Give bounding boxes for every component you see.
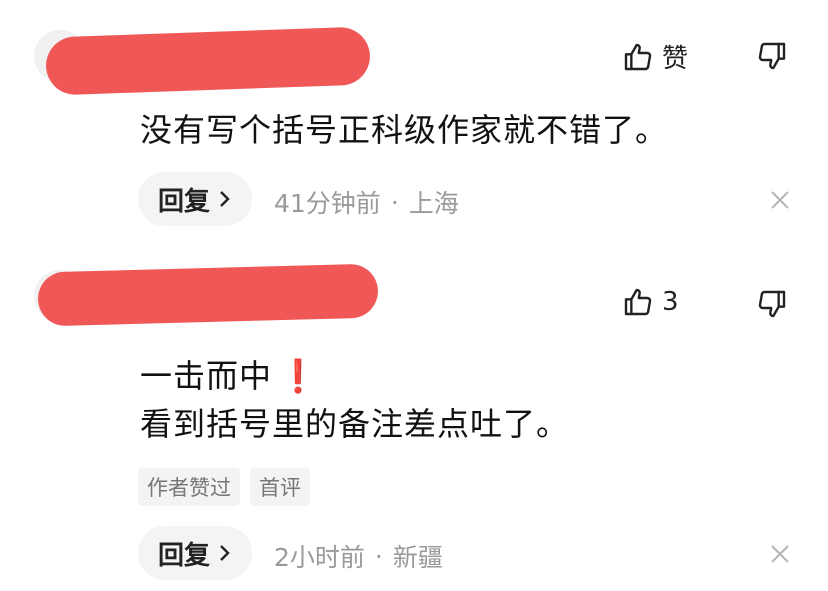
tag-row: 作者赞过 首评 — [138, 468, 310, 506]
location: 新疆 — [392, 543, 443, 572]
close-icon — [771, 191, 789, 209]
thumbs-up-icon — [624, 288, 652, 316]
comment-item: 3 一击而中 ❗ 看到括号里的备注差点吐了。 作者赞过 首评 回复 2小时前 · … — [0, 250, 828, 591]
timestamp: 41分钟前 — [274, 189, 381, 218]
reply-button[interactable]: 回复 — [138, 172, 253, 226]
comment-item: 赞 没有写个括号正科级作家就不错了。 回复 41分钟前 · 上海 — [0, 0, 828, 250]
close-icon — [771, 545, 789, 563]
close-button[interactable] — [768, 188, 792, 212]
meta-separator: · — [374, 541, 383, 571]
exclamation-icon: ❗ — [278, 357, 319, 395]
tag-first-comment: 首评 — [250, 468, 310, 506]
like-button[interactable]: 3 — [622, 286, 679, 318]
location: 上海 — [408, 189, 459, 218]
redacted-username — [45, 26, 371, 96]
comment-line: 一击而中 ❗ — [140, 352, 569, 400]
comment-meta: 41分钟前 · 上海 — [274, 184, 459, 220]
comment-text: 一击而中 ❗ 看到括号里的备注差点吐了。 — [140, 352, 569, 448]
comment-text: 没有写个括号正科级作家就不错了。 — [140, 111, 669, 149]
like-count: 3 — [662, 287, 679, 317]
tag-author-liked: 作者赞过 — [138, 468, 240, 506]
reply-button[interactable]: 回复 — [138, 526, 253, 580]
like-button[interactable]: 赞 — [622, 38, 688, 75]
comment-line: 看到括号里的备注差点吐了。 — [140, 405, 570, 443]
meta-separator: · — [390, 187, 399, 217]
reply-label: 回复 — [158, 186, 211, 217]
comment-meta: 2小时前 · 新疆 — [274, 538, 443, 574]
thumbs-up-icon — [624, 43, 652, 70]
dislike-button[interactable] — [756, 288, 788, 320]
close-button[interactable] — [768, 542, 792, 566]
redacted-username — [37, 263, 379, 327]
comment-line-text: 一击而中 — [140, 357, 273, 395]
thumbs-down-icon — [758, 42, 786, 70]
chevron-right-icon — [220, 545, 230, 561]
reply-label: 回复 — [158, 540, 211, 571]
like-label: 赞 — [662, 44, 689, 74]
dislike-button[interactable] — [756, 40, 788, 72]
chevron-right-icon — [220, 191, 230, 207]
thumbs-down-icon — [758, 290, 786, 318]
timestamp: 2小时前 — [274, 543, 365, 572]
